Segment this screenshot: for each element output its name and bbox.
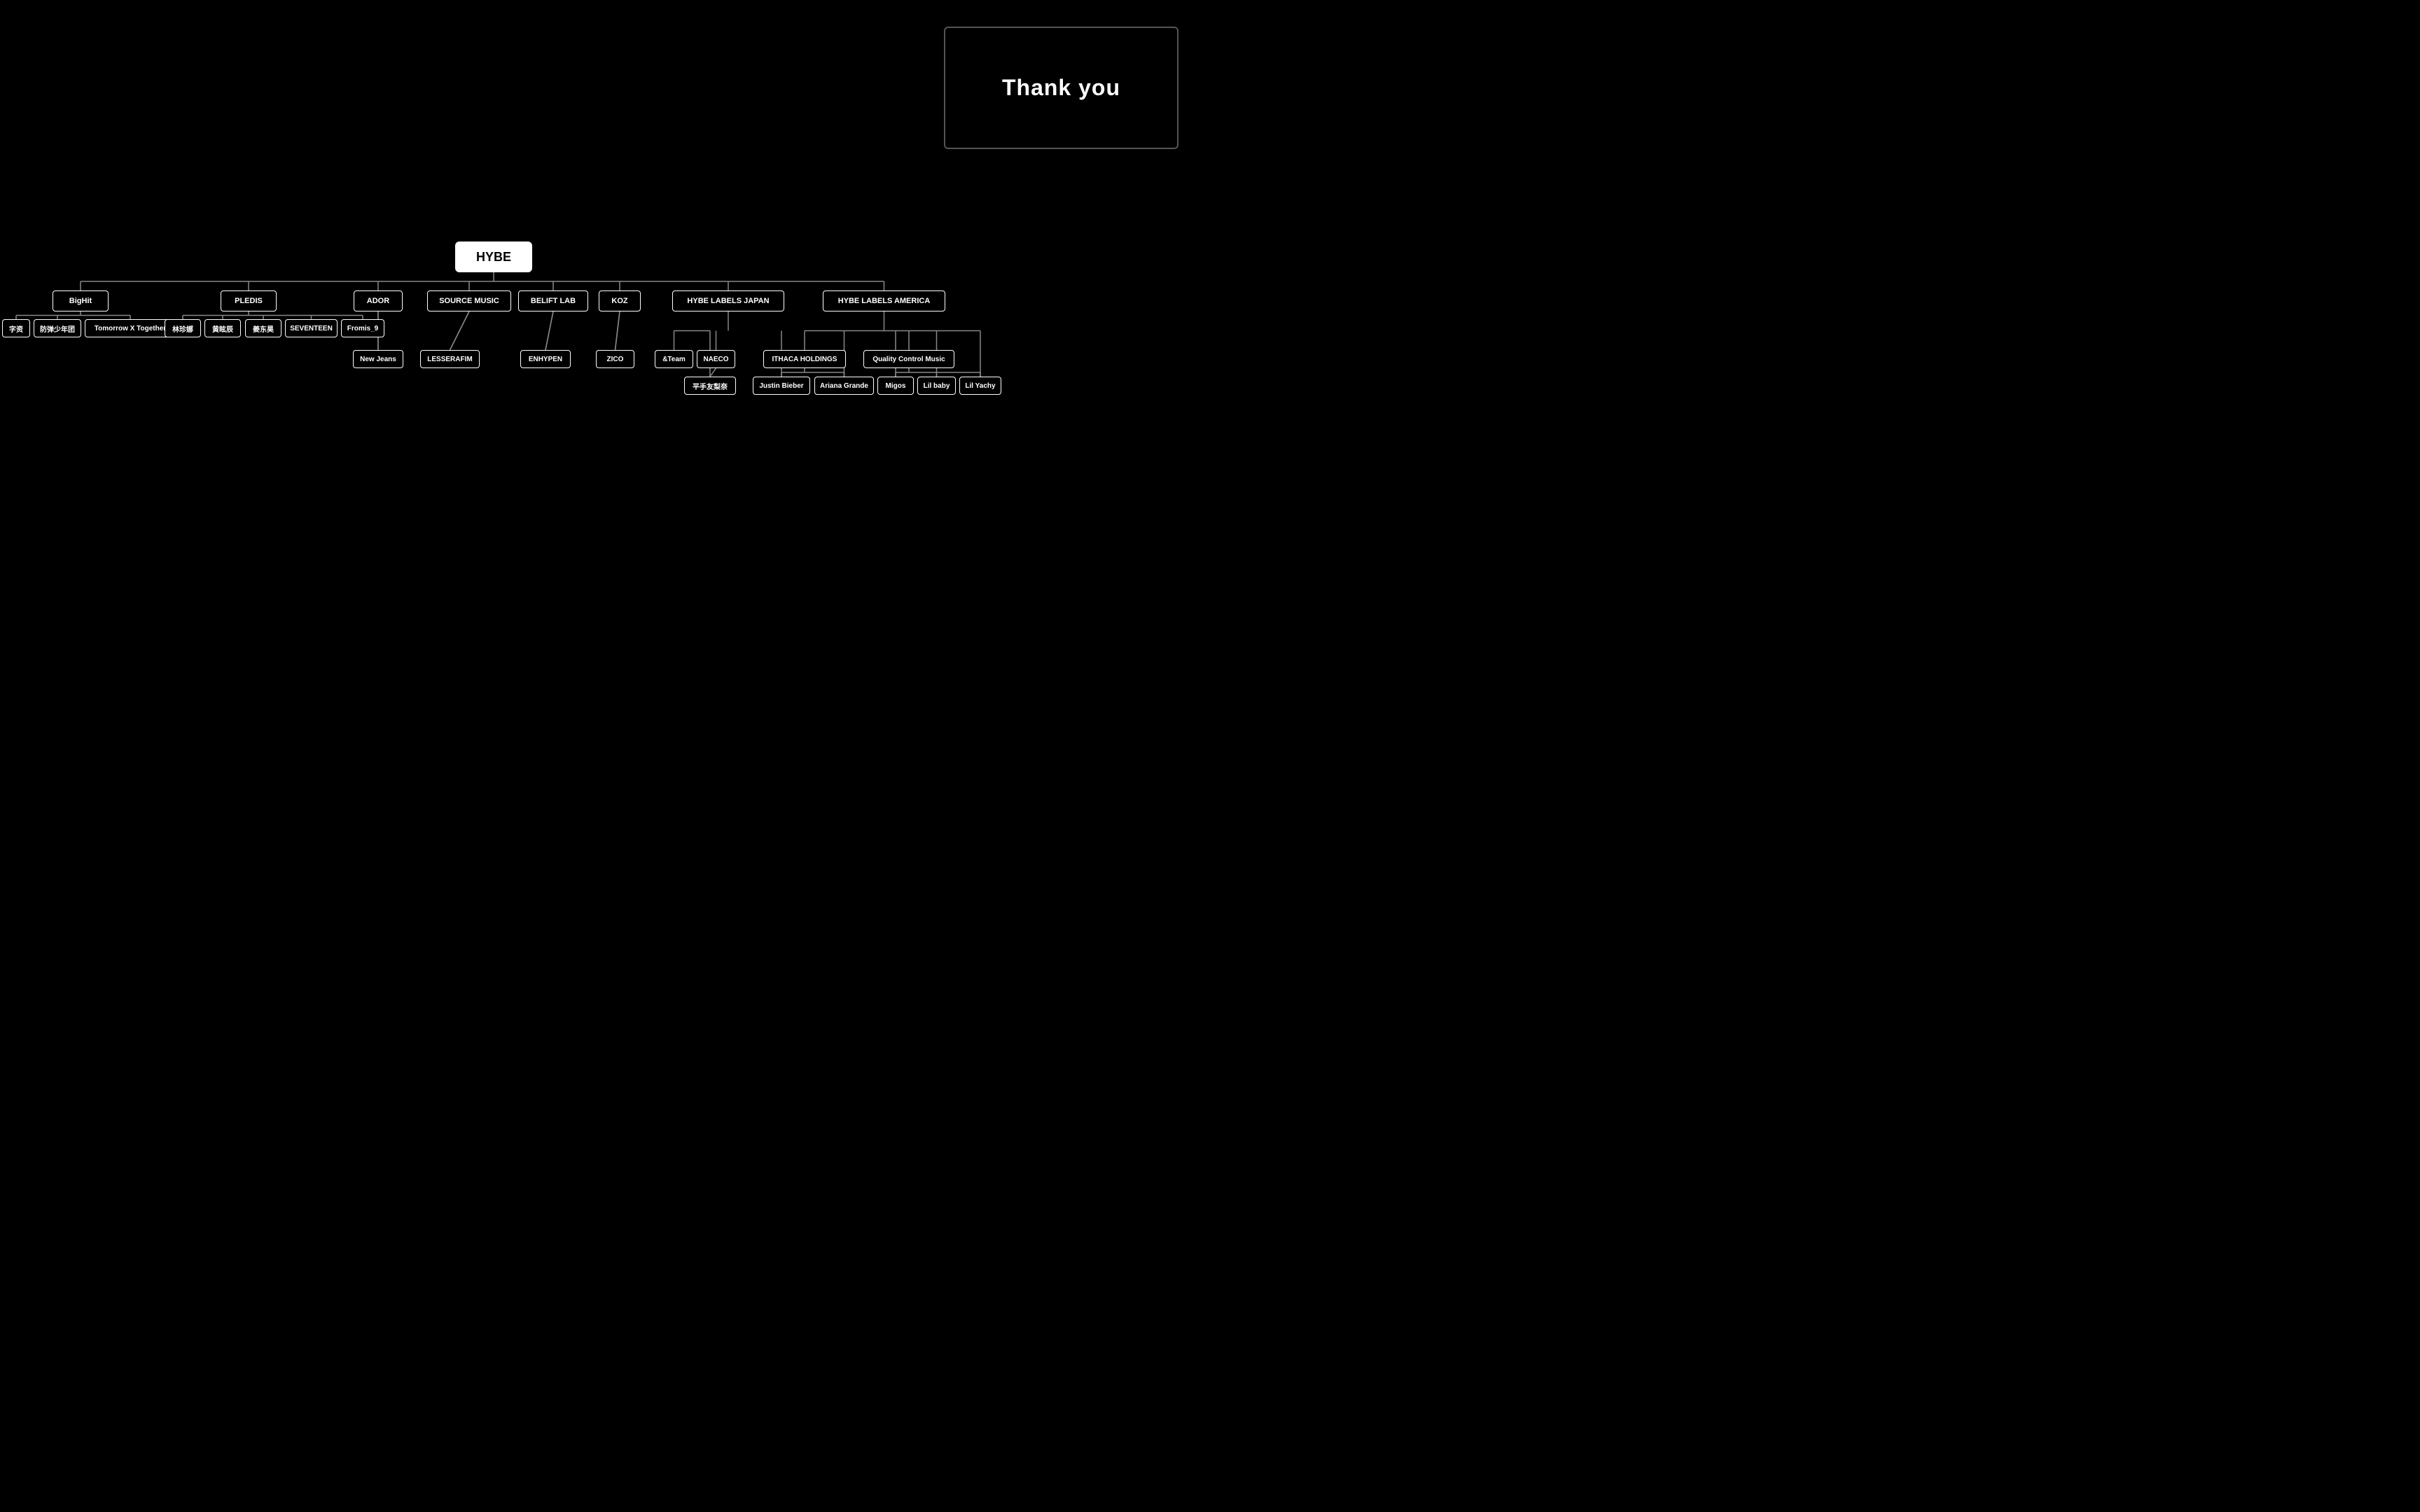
node-hybe-labels-japan: HYBE LABELS JAPAN [672, 290, 784, 312]
node-seventeen: SEVENTEEN [285, 319, 338, 337]
node-fromis_9: Fromis_9 [341, 319, 384, 337]
thank-you-text: Thank you [1002, 75, 1120, 101]
node-tomorrow-x-together: Tomorrow X Together [85, 319, 176, 337]
org-chart-lines [0, 112, 1210, 756]
node-防弹少年团: 防弹少年团 [34, 319, 81, 337]
node-姜东昊: 姜东昊 [245, 319, 281, 337]
node-lesserafim: LESSERAFIM [420, 350, 480, 368]
node-justin-bieber: Justin Bieber [753, 377, 810, 395]
node-migos: Migos [877, 377, 914, 395]
node-ador: ADOR [354, 290, 403, 312]
node-enhypen: ENHYPEN [520, 350, 571, 368]
node-lil-yachy: Lil Yachy [959, 377, 1001, 395]
node-ithaca-holdings: ITHACA HOLDINGS [763, 350, 846, 368]
node-koz: KOZ [599, 290, 641, 312]
node-hybe: HYBE [455, 241, 532, 272]
node-黄眩辰: 黄眩辰 [204, 319, 241, 337]
node-hybe-labels-america: HYBE LABELS AMERICA [823, 290, 945, 312]
node-zico: ZICO [596, 350, 634, 368]
node-naeco: NAECO [697, 350, 735, 368]
node-source-music: SOURCE MUSIC [427, 290, 511, 312]
node-林珍娜: 林珍娜 [165, 319, 201, 337]
node-ariana-grande: Ariana Grande [814, 377, 874, 395]
node-bighit: BigHit [53, 290, 109, 312]
node-quality-control-music: Quality Control Music [863, 350, 954, 368]
org-chart: HYBE BigHit PLEDIS ADOR SOURCE MUSIC BELIFT L… [0, 112, 1210, 756]
node-new-jeans: New Jeans [353, 350, 403, 368]
node-pledis: PLEDIS [221, 290, 277, 312]
node-字资: 字资 [2, 319, 30, 337]
node-&team: &Team [655, 350, 693, 368]
node-lil-baby: Lil baby [917, 377, 956, 395]
node-平手友梨奈: 平手友梨奈 [684, 377, 736, 395]
node-belift-lab: BELIFT LAB [518, 290, 588, 312]
